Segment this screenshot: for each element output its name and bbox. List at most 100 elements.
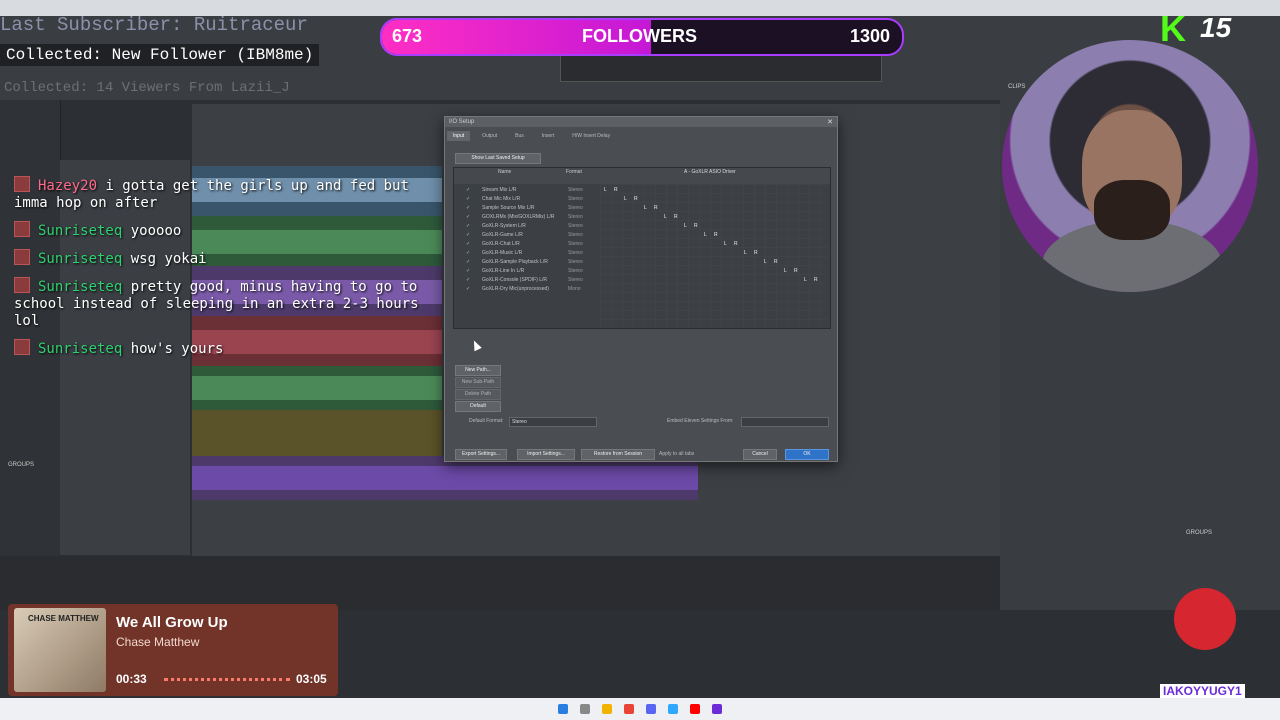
tab-bus[interactable]: Bus: [509, 131, 530, 141]
song-artist: Chase Matthew: [116, 635, 200, 649]
discord-icon[interactable]: [646, 704, 656, 714]
waveform: [192, 466, 698, 490]
ok-button[interactable]: OK: [785, 449, 829, 460]
channel-assignment[interactable]: R: [674, 213, 678, 222]
tab-output[interactable]: Output: [476, 131, 503, 141]
channel-assignment[interactable]: R: [614, 186, 618, 195]
channel-assignment[interactable]: L: [704, 231, 707, 240]
path-format: Stereo: [568, 268, 583, 274]
channel-assignment[interactable]: L: [724, 240, 727, 249]
tab-hw-insert-delay[interactable]: H/W Insert Delay: [566, 131, 616, 141]
io-path-table[interactable]: Name Format A - GoXLR ASIO Driver ✓ Strea…: [453, 167, 831, 329]
channel-assignment[interactable]: R: [754, 249, 758, 258]
groups-label-right: GROUPS: [1186, 530, 1213, 536]
channel-assignment[interactable]: L: [664, 213, 667, 222]
chat-text: how's yours: [130, 341, 224, 357]
kick-viewer-badge: K 15: [1160, 8, 1244, 49]
checkmark-icon[interactable]: ✓: [466, 222, 470, 231]
checkmark-icon[interactable]: ✓: [466, 195, 470, 204]
default-format-select[interactable]: Stereo: [509, 417, 597, 427]
io-path-row[interactable]: ✓ GoXLR-Console (SPDIF) L/R Stereo L R: [454, 276, 830, 285]
io-tabs: Input Output Bus Insert H/W Insert Delay: [447, 131, 616, 141]
tab-input[interactable]: Input: [447, 131, 471, 141]
taskbar: [0, 698, 1280, 720]
io-path-row[interactable]: ✓ GoXLR-Dry Mic(unprocessed) Mono: [454, 285, 830, 294]
checkmark-icon[interactable]: ✓: [466, 276, 470, 285]
new-path-button[interactable]: New Path...: [455, 365, 501, 376]
channel-assignment[interactable]: R: [794, 267, 798, 276]
channel-assignment[interactable]: L: [764, 258, 767, 267]
channel-assignment[interactable]: R: [734, 240, 738, 249]
new-sub-path-button[interactable]: New Sub-Path: [455, 377, 501, 388]
apply-to-all-checkbox[interactable]: Apply to all tabs: [659, 451, 694, 457]
chat-message: Sunriseteq yooooo: [14, 221, 434, 240]
chat-message: Sunriseteq wsg yokai: [14, 249, 434, 268]
default-button[interactable]: Default: [455, 401, 501, 412]
windows-start-icon[interactable]: [558, 704, 568, 714]
chat-badge-icon: [14, 339, 30, 355]
track-lane-keyboard[interactable]: [192, 410, 442, 457]
import-settings-button[interactable]: Import Settings...: [517, 449, 575, 460]
restore-from-session-button[interactable]: Restore from Session: [581, 449, 655, 460]
checkmark-icon[interactable]: ✓: [466, 258, 470, 267]
chrome-icon[interactable]: [624, 704, 634, 714]
file-explorer-icon[interactable]: [602, 704, 612, 714]
io-path-row[interactable]: ✓ GOXLRMx (Mix/GOXLRMix) L/R Stereo L R: [454, 213, 830, 222]
io-path-row[interactable]: ✓ GoXLR-Sample Playback L/R Stereo L R: [454, 258, 830, 267]
app-icon[interactable]: [712, 704, 722, 714]
channel-assignment[interactable]: R: [634, 195, 638, 204]
channel-assignment[interactable]: R: [774, 258, 778, 267]
channel-assignment[interactable]: L: [644, 204, 647, 213]
io-path-row[interactable]: ✓ GoXLR-Line In L/R Stereo L R: [454, 267, 830, 276]
checkmark-icon[interactable]: ✓: [466, 240, 470, 249]
mascot-tag: IAKOYYUGY1: [1160, 684, 1245, 698]
channel-assignment[interactable]: L: [744, 249, 747, 258]
track-lane-synth[interactable]: [192, 456, 698, 500]
io-path-row[interactable]: ✓ Chat Mic Mix L/R Stereo L R: [454, 195, 830, 204]
col-format: Format: [566, 169, 582, 175]
channel-assignment[interactable]: R: [654, 204, 658, 213]
mascot-logo: IAKOYYUGY1: [1160, 580, 1250, 698]
youtube-icon[interactable]: [690, 704, 700, 714]
channel-assignment[interactable]: L: [804, 276, 807, 285]
chat-text: yooooo: [130, 223, 182, 239]
io-path-row[interactable]: ✓ GoXLR-Music L/R Stereo L R: [454, 249, 830, 258]
channel-assignment[interactable]: L: [784, 267, 787, 276]
embed-label: Embed Eleven Settings From:: [667, 418, 734, 424]
embed-select[interactable]: [741, 417, 829, 427]
tab-insert[interactable]: Insert: [536, 131, 561, 141]
chat-overlay: Hazey20 i gotta get the girls up and fed…: [14, 176, 434, 367]
checkmark-icon[interactable]: ✓: [466, 249, 470, 258]
checkmark-icon[interactable]: ✓: [466, 267, 470, 276]
io-path-row[interactable]: ✓ GoXLR-System L/R Stereo L R: [454, 222, 830, 231]
close-icon[interactable]: ✕: [827, 118, 833, 126]
io-path-row[interactable]: ✓ Sample Source Mix L/R Stereo L R: [454, 204, 830, 213]
export-settings-button[interactable]: Export Settings...: [455, 449, 507, 460]
channel-assignment[interactable]: L: [684, 222, 687, 231]
channel-assignment[interactable]: R: [694, 222, 698, 231]
checkmark-icon[interactable]: ✓: [466, 285, 470, 294]
checkmark-icon[interactable]: ✓: [466, 186, 470, 195]
song-current-time: 00:33: [116, 672, 147, 686]
followers-label: FOLLOWERS: [582, 26, 697, 46]
io-path-row[interactable]: ✓ Stream Mix L/R Stereo L R: [454, 186, 830, 195]
chat-message: Sunriseteq pretty good, minus having to …: [14, 277, 434, 330]
track-lane-extra[interactable]: [192, 366, 442, 411]
cancel-button[interactable]: Cancel: [743, 449, 777, 460]
search-icon[interactable]: [580, 704, 590, 714]
delete-path-button[interactable]: Delete Path: [455, 389, 501, 400]
show-last-saved-button[interactable]: Show Last Saved Setup: [455, 153, 541, 164]
chat-username: Hazey20: [38, 178, 98, 194]
path-format: Stereo: [568, 214, 583, 220]
io-path-row[interactable]: ✓ GoXLR-Game L/R Stereo L R: [454, 231, 830, 240]
checkmark-icon[interactable]: ✓: [466, 204, 470, 213]
checkmark-icon[interactable]: ✓: [466, 231, 470, 240]
album-art: CHASE MATTHEW: [14, 608, 106, 692]
checkmark-icon[interactable]: ✓: [466, 213, 470, 222]
channel-assignment[interactable]: R: [814, 276, 818, 285]
io-path-row[interactable]: ✓ GoXLR-Chat L/R Stereo L R: [454, 240, 830, 249]
photoshop-icon[interactable]: [668, 704, 678, 714]
channel-assignment[interactable]: L: [624, 195, 627, 204]
channel-assignment[interactable]: R: [714, 231, 718, 240]
channel-assignment[interactable]: L: [604, 186, 607, 195]
